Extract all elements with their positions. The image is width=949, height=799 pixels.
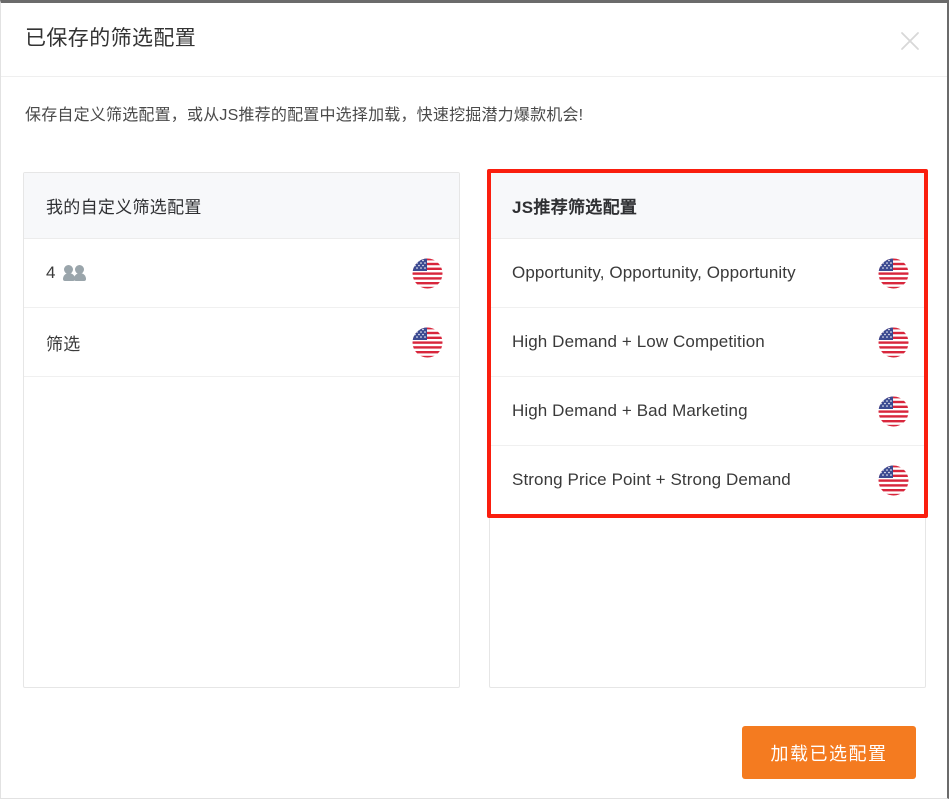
- list-item-label-wrap: 筛选: [46, 330, 80, 355]
- us-flag-icon: [878, 396, 909, 427]
- page-title: 已保存的筛选配置: [25, 27, 197, 50]
- us-flag-icon: [878, 327, 909, 358]
- recommended-filters-header-label: JS推荐筛选配置: [512, 198, 638, 217]
- dialog-header: 已保存的筛选配置: [1, 6, 947, 77]
- recommended-filters-list: Opportunity, Opportunity, Opportunity Hi…: [490, 239, 925, 515]
- list-item[interactable]: High Demand + Bad Marketing: [490, 377, 925, 446]
- list-item[interactable]: 筛选: [24, 308, 459, 377]
- us-flag-icon: [878, 465, 909, 496]
- list-item-label-wrap: 4: [46, 263, 89, 283]
- close-icon[interactable]: [891, 22, 929, 60]
- custom-filters-header-label: 我的自定义筛选配置: [46, 198, 202, 217]
- load-selected-config-button[interactable]: 加载已选配置: [742, 726, 916, 779]
- list-item[interactable]: Opportunity, Opportunity, Opportunity: [490, 239, 925, 308]
- list-item[interactable]: 4: [24, 239, 459, 308]
- recommended-filters-header: JS推荐筛选配置: [490, 173, 925, 239]
- list-item-label: Opportunity, Opportunity, Opportunity: [512, 263, 796, 282]
- us-flag-icon: [878, 258, 909, 289]
- us-flag-icon: [412, 258, 443, 289]
- list-item-label: Strong Price Point + Strong Demand: [512, 470, 791, 489]
- people-icon: [62, 265, 89, 281]
- list-item[interactable]: High Demand + Low Competition: [490, 308, 925, 377]
- us-flag-icon: [412, 327, 443, 358]
- list-item-label: High Demand + Low Competition: [512, 332, 765, 351]
- custom-filters-list: 4 筛选: [24, 239, 459, 377]
- recommended-filters-panel: JS推荐筛选配置 Opportunity, Opportunity, Oppor…: [489, 172, 926, 688]
- list-item-label: High Demand + Bad Marketing: [512, 401, 748, 420]
- list-item-label: 筛选: [46, 334, 81, 354]
- saved-filters-dialog: 已保存的筛选配置 保存自定义筛选配置，或从JS推荐的配置中选择加载，快速挖掘潜力…: [0, 0, 949, 799]
- dialog-footer: 加载已选配置: [1, 713, 947, 799]
- list-item[interactable]: Strong Price Point + Strong Demand: [490, 446, 925, 515]
- custom-filters-panel: 我的自定义筛选配置 4 筛选: [23, 172, 460, 688]
- custom-filters-header: 我的自定义筛选配置: [24, 173, 459, 239]
- list-item-label: 4: [46, 263, 56, 282]
- dialog-description: 保存自定义筛选配置，或从JS推荐的配置中选择加载，快速挖掘潜力爆款机会!: [25, 107, 584, 124]
